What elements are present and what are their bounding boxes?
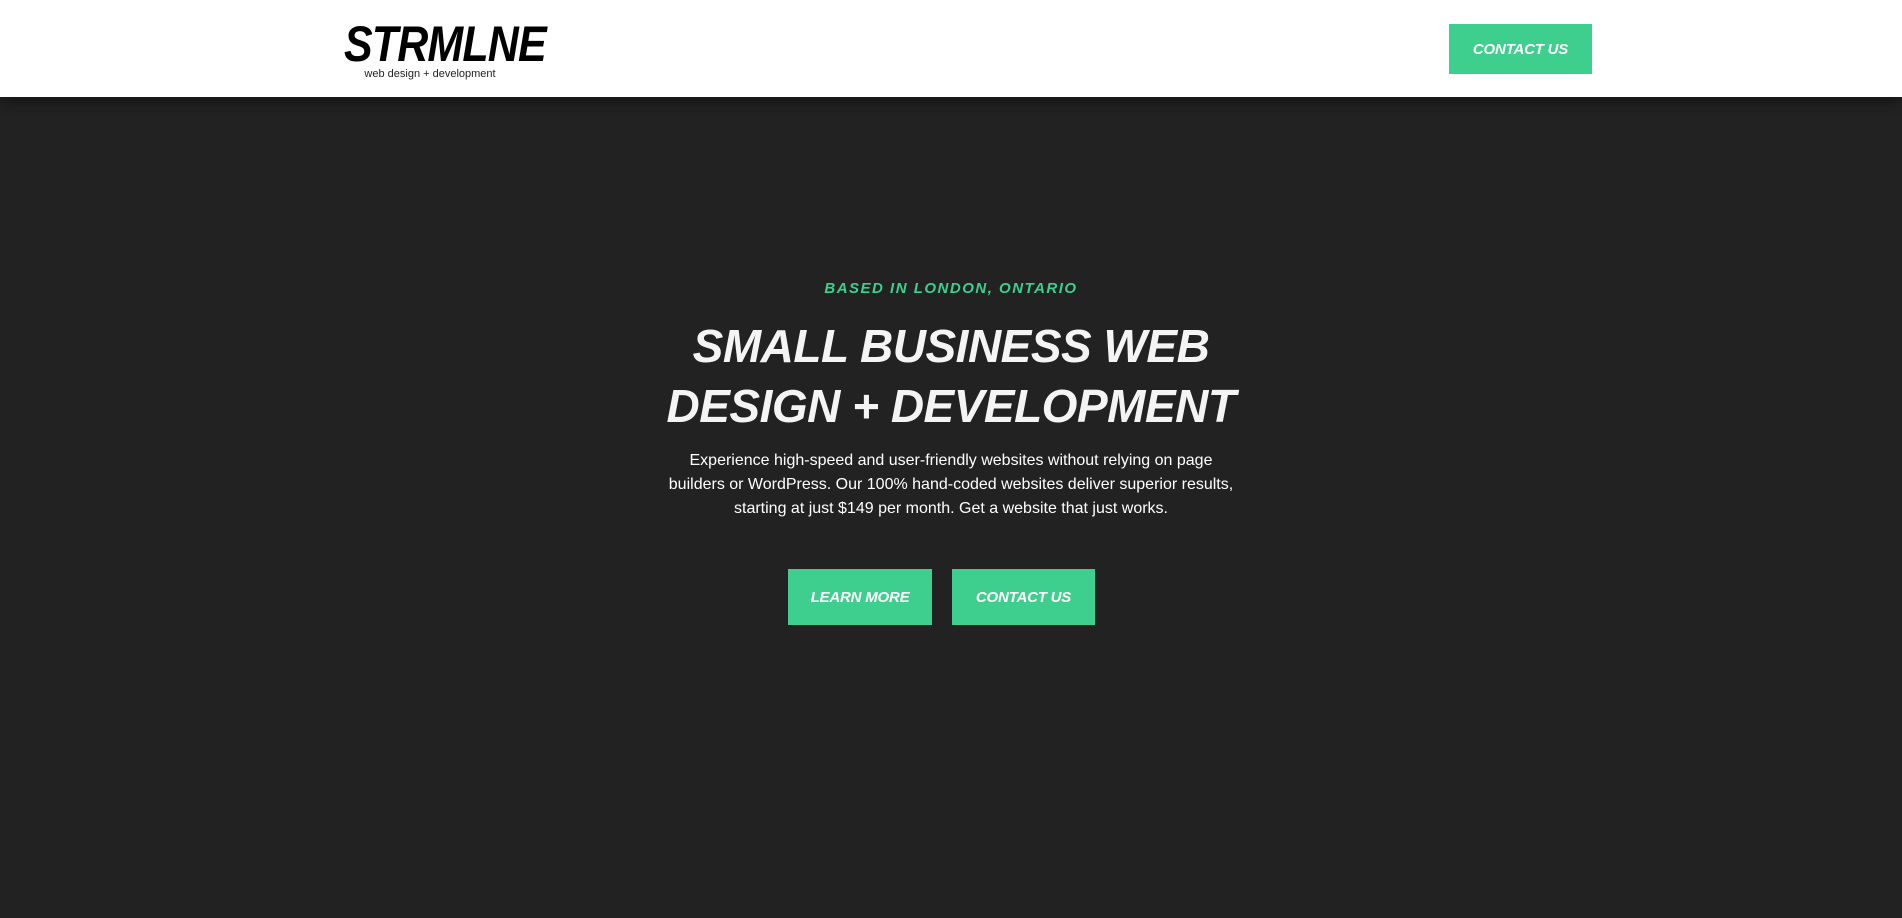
logo[interactable]: STRMLNE web design + development	[330, 16, 547, 80]
hero-description: Experience high-speed and user-friendly …	[668, 452, 1234, 517]
hero-headline: SMALL BUSINESS WEB DESIGN + DEVELOPMENT	[666, 320, 1236, 432]
site-header: STRMLNE web design + development CONTACT…	[0, 0, 1902, 97]
header-contact-button[interactable]: CONTACT US	[1449, 24, 1592, 74]
logo-name: STRMLNE	[344, 16, 547, 72]
hero-contact-button[interactable]: CONTACT US	[952, 569, 1095, 625]
hero-eyebrow: BASED IN LONDON, ONTARIO	[824, 280, 1078, 297]
learn-more-button[interactable]: LEARN MORE	[788, 569, 932, 625]
